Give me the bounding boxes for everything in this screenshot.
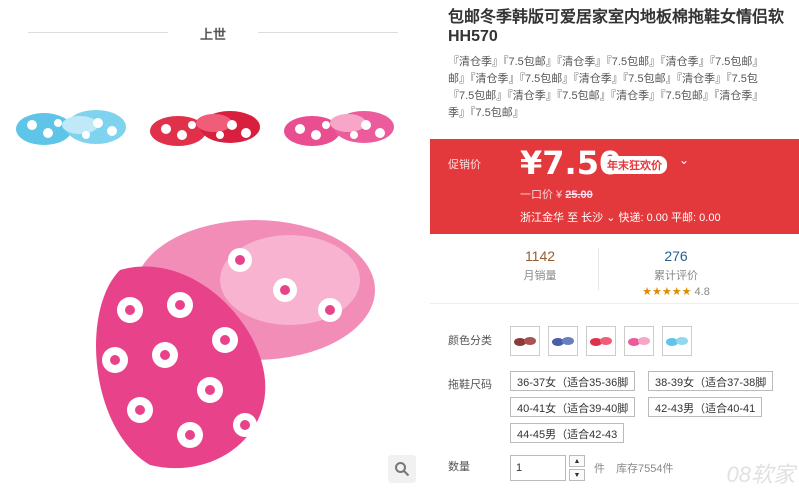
promo-badge: 年末狂欢价 <box>602 156 667 174</box>
promo-tags: 『清仓季』『7.5包邮』『清仓季』『7.5包邮』『清仓季』『7.5包邮』 邮』『… <box>448 54 799 122</box>
slipper-swatch-icon <box>552 337 574 346</box>
ship-to-word: 至 <box>567 212 579 224</box>
swatch-cyan[interactable] <box>662 326 692 356</box>
reviews-value: 276 <box>664 248 688 264</box>
size-option-42-43[interactable]: 42-43男（适合40-41 <box>648 397 763 417</box>
section-header: 上世 <box>28 22 398 42</box>
reviews-label: 累计评价 <box>654 270 698 282</box>
color-label: 颜色分类 <box>448 335 492 347</box>
section-title: 上世 <box>199 27 226 42</box>
divider <box>598 248 599 290</box>
size-option-40-41[interactable]: 40-41女（适合39-40脚 <box>510 397 636 417</box>
tag-line: 『7.5包邮』『清仓季』『7.5包邮』『清仓季』『7.5包邮』『清仓季』 <box>448 90 764 102</box>
swatch-brown[interactable] <box>510 326 540 356</box>
thumbnail-pink-slippers[interactable] <box>282 95 400 151</box>
quantity-increase-button[interactable]: ▲ <box>569 455 585 467</box>
slipper-swatch-icon <box>590 337 612 346</box>
price-panel: 促销价 ¥7.50 年末狂欢价 ⌄ 一口价 ¥ 25.00 浙江金华 至 长沙 … <box>430 139 799 234</box>
main-product-image <box>96 220 375 469</box>
star-rating-icon: ★★★★★ <box>642 286 692 298</box>
slipper-swatch-icon <box>628 337 650 346</box>
ship-to-select[interactable]: 长沙 ⌄ <box>581 212 615 224</box>
promo-price-label: 促销价 <box>448 159 481 171</box>
size-label: 拖鞋尺码 <box>448 379 492 391</box>
rating-value: 4.8 <box>694 286 710 298</box>
slipper-swatch-icon <box>514 337 536 346</box>
reviews[interactable]: 276 累计评价 ★★★★★ 4.8 <box>606 248 746 298</box>
monthly-sales-value: 1142 <box>524 248 556 264</box>
original-price-label: 一口价 ¥ <box>520 189 563 201</box>
quantity-input[interactable] <box>510 455 566 481</box>
thumbnail-strip <box>14 95 414 155</box>
swatch-pink[interactable] <box>624 326 654 356</box>
thumbnail-cyan-slippers[interactable] <box>14 95 132 151</box>
watermark-logo: 08软家 <box>726 462 795 487</box>
stock-info: 件 库存7554件 <box>594 460 674 476</box>
tag-line: 邮』『清仓季』『7.5包邮』『清仓季』『7.5包邮』『清仓季』『7.5包 <box>448 73 758 85</box>
tag-line: 季』『7.5包邮』 <box>448 107 524 119</box>
rating: ★★★★★ 4.8 <box>606 285 746 298</box>
swatch-red[interactable] <box>586 326 616 356</box>
chevron-down-icon[interactable]: ⌄ <box>679 153 689 167</box>
size-option-38-39[interactable]: 38-39女（适合37-38脚 <box>648 371 774 391</box>
chevron-down-icon: ⌄ <box>606 212 616 224</box>
swatch-blue[interactable] <box>548 326 578 356</box>
size-option-36-37[interactable]: 36-37女（适合35-36脚 <box>510 371 636 391</box>
zoom-button[interactable] <box>388 455 416 483</box>
color-options <box>510 326 790 358</box>
monthly-sales-label: 月销量 <box>523 270 557 282</box>
size-option-44-45[interactable]: 44-45男（适合42-43 <box>510 423 625 443</box>
product-code: HH570 <box>448 28 498 45</box>
stock-count: 库存7554件 <box>616 463 674 475</box>
divider <box>258 32 398 33</box>
product-title: 包邮冬季韩版可爱居家室内地板棉拖鞋女情侣软 <box>448 9 785 26</box>
ship-to-city: 长沙 <box>581 212 604 224</box>
tag-line: 『清仓季』『7.5包邮』『清仓季』『7.5包邮』『清仓季』『7.5包邮』 <box>448 56 764 68</box>
ship-from: 浙江金华 <box>520 212 564 224</box>
magnifier-icon <box>395 462 410 477</box>
product-info: 包邮冬季韩版可爱居家室内地板棉拖鞋女情侣软 HH570 『清仓季』『7.5包邮』… <box>430 0 799 491</box>
slipper-swatch-icon <box>666 337 688 346</box>
quantity-label: 数量 <box>448 461 470 473</box>
thumbnail-red-slippers[interactable] <box>148 95 266 151</box>
monthly-sales: 1142 月销量 <box>470 248 610 283</box>
quantity-decrease-button[interactable]: ▼ <box>569 469 585 481</box>
shipping-info: 浙江金华 至 长沙 ⌄ 快递: 0.00 平邮: 0.00 <box>520 209 721 225</box>
original-price-value: 25.00 <box>565 189 593 201</box>
quantity-unit: 件 <box>594 463 605 475</box>
sales-stats: 1142 月销量 276 累计评价 ★★★★★ 4.8 <box>430 234 799 304</box>
original-price: 一口价 ¥ 25.00 <box>520 186 593 202</box>
product-gallery: 上世 <box>0 0 430 491</box>
shipping-fee: 快递: 0.00 平邮: 0.00 <box>618 212 721 224</box>
